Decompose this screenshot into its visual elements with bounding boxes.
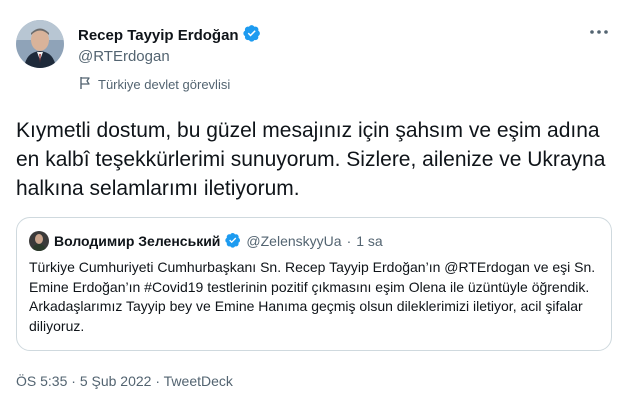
footer-separator: ·: [71, 373, 76, 389]
tweet-time[interactable]: ÖS 5:35: [16, 373, 67, 389]
author-handle[interactable]: @RTErdogan: [78, 48, 170, 65]
quoted-separator: ·: [346, 233, 352, 249]
quoted-author-name: Володимир Зеленський: [54, 233, 221, 249]
verified-badge-icon: [225, 232, 241, 251]
flag-icon: [78, 76, 92, 93]
quoted-author-handle: @ZelenskyyUa: [246, 233, 342, 249]
quoted-tweet-header: Володимир Зеленський @ZelenskyyUa · 1 sa: [29, 231, 383, 251]
quoted-tweet-text: Türkiye Cumhuriyeti Cumhurbaşkanı Sn. Re…: [29, 259, 596, 334]
quoted-time: 1 sa: [356, 233, 383, 249]
verified-badge-icon: [242, 24, 261, 47]
quoted-tweet[interactable]: Володимир Зеленський @ZelenskyyUa · 1 sa…: [16, 217, 612, 351]
tweet-source[interactable]: TweetDeck: [164, 373, 233, 389]
tweet-footer: ÖS 5:35 · 5 Şub 2022 · TweetDeck: [16, 373, 233, 389]
quoted-author-avatar: [29, 231, 49, 251]
more-options-icon[interactable]: [587, 22, 611, 42]
author-name-row[interactable]: Recep Tayyip Erdoğan: [78, 24, 261, 47]
tweet-date[interactable]: 5 Şub 2022: [80, 373, 152, 389]
footer-separator: ·: [155, 373, 161, 389]
government-label-text: Türkiye devlet görevlisi: [98, 77, 231, 92]
tweet-text: Kıymetli dostum, bu güzel mesajınız için…: [16, 119, 606, 200]
author-avatar[interactable]: [16, 20, 64, 68]
author-display-name[interactable]: Recep Tayyip Erdoğan: [78, 27, 239, 44]
government-label[interactable]: Türkiye devlet görevlisi: [78, 76, 230, 93]
